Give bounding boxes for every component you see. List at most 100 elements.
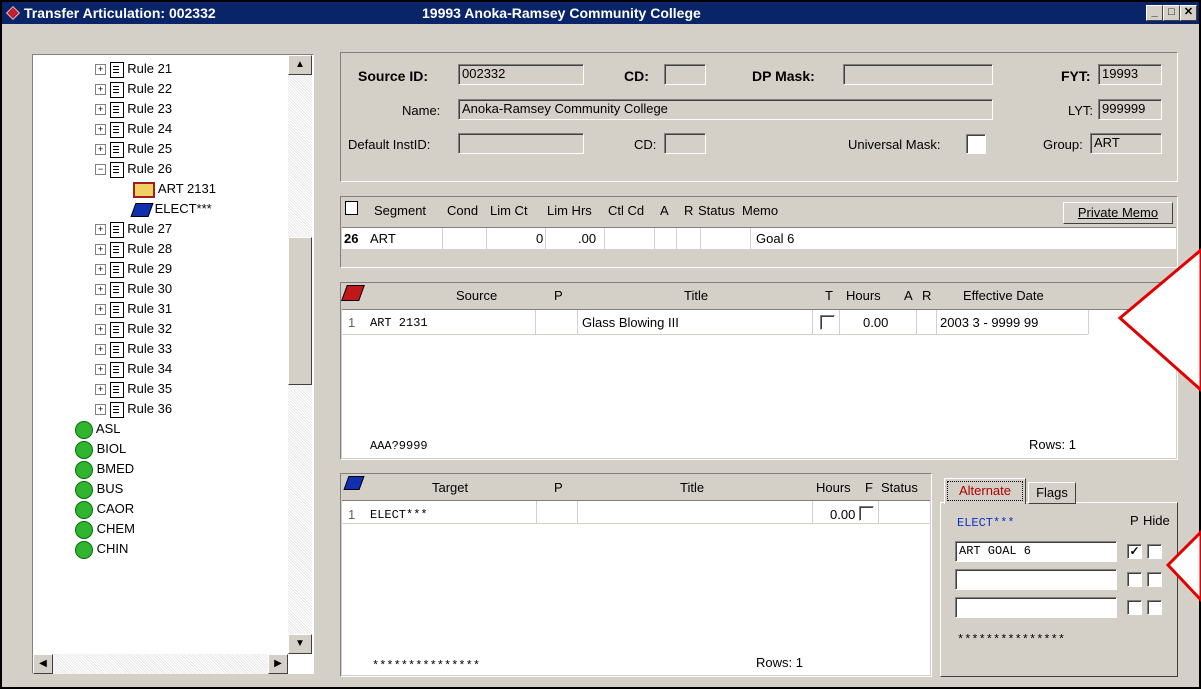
scroll-up-icon[interactable]: ▲ (288, 55, 312, 75)
col-title: Title (680, 480, 705, 495)
expand-icon[interactable]: + (95, 264, 106, 276)
name-field[interactable]: Anoka-Ramsey Community College (458, 99, 993, 120)
tree-rule[interactable]: + Rule 34 (95, 359, 172, 379)
tree-subject[interactable]: CAOR (75, 499, 134, 519)
maximize-button[interactable]: □ (1163, 5, 1180, 21)
expand-icon[interactable]: + (95, 404, 106, 416)
tree-rule[interactable]: − Rule 26 (95, 159, 172, 179)
cd2-field[interactable] (664, 133, 706, 154)
group-field[interactable]: ART (1090, 133, 1162, 154)
tree-rule[interactable]: + Rule 33 (95, 339, 172, 359)
tree-child[interactable]: ELECT*** (130, 199, 212, 219)
document-icon (109, 321, 124, 338)
universal-mask-checkbox[interactable] (966, 134, 986, 154)
private-memo-button[interactable]: Private Memo (1063, 202, 1173, 224)
tree-rule[interactable]: + Rule 29 (95, 259, 172, 279)
tree-label: CAOR (96, 501, 135, 516)
expand-icon[interactable]: + (95, 144, 106, 156)
tab-alternate[interactable]: Alternate (944, 478, 1026, 504)
expand-icon[interactable]: + (95, 364, 106, 376)
document-icon (109, 401, 124, 418)
source-header-row: Source P Title T Hours A R Effective Dat… (342, 288, 1176, 306)
tree-subject[interactable]: BUS (75, 479, 123, 499)
tree-rule[interactable]: + Rule 30 (95, 279, 172, 299)
fyt-field[interactable]: 19993 (1098, 64, 1162, 85)
green-folder-icon (75, 540, 93, 559)
document-icon (109, 61, 124, 78)
expand-icon[interactable]: + (95, 304, 106, 316)
source-row-line (342, 334, 1088, 335)
tree-subjects: ASL BIOL BMED BUS CAOR CHEM CHIN (75, 419, 285, 653)
tree-rule[interactable]: + Rule 28 (95, 239, 172, 259)
segment-row[interactable]: 26 ART 0 .00 Goal 6 (342, 227, 1176, 250)
target-rows-count: Rows: 1 (756, 655, 803, 670)
expand-icon[interactable]: + (95, 344, 106, 356)
tree-subject[interactable]: CHEM (75, 519, 135, 539)
tree-rule[interactable]: + Rule 25 (95, 139, 172, 159)
tree-label: Rule 36 (127, 401, 173, 416)
col-f: F (865, 480, 873, 495)
tree-label: Rule 31 (127, 301, 173, 316)
tree-subject[interactable]: BIOL (75, 439, 126, 459)
tree-rule[interactable]: + Rule 31 (95, 299, 172, 319)
expand-icon[interactable]: + (95, 284, 106, 296)
scroll-left-icon[interactable]: ◀ (33, 654, 53, 674)
tab-flags[interactable]: Flags (1028, 482, 1076, 504)
transfer-checkbox[interactable] (820, 315, 835, 330)
cd-label: CD: (624, 68, 649, 84)
tree-rule[interactable]: + Rule 35 (95, 379, 172, 399)
tree-child[interactable]: ART 2131 (133, 179, 216, 199)
minimize-button[interactable]: _ (1146, 5, 1163, 21)
lyt-field[interactable]: 999999 (1098, 99, 1162, 120)
tree-subject[interactable]: ASL (75, 419, 120, 439)
col-a: A (904, 288, 913, 303)
default-inst-field[interactable] (458, 133, 584, 154)
source-divider (812, 310, 813, 334)
scroll-right-icon[interactable]: ▶ (268, 654, 288, 674)
col-segment: Segment (374, 203, 427, 218)
collapse-icon[interactable]: − (95, 164, 106, 176)
col-lim-ct: Lim Ct (490, 203, 528, 218)
expand-icon[interactable]: + (95, 244, 106, 256)
source-grid[interactable]: 1 ART 2131 Glass Blowing III 0.00 2003 3… (342, 309, 1176, 458)
dp-mask-field[interactable] (843, 64, 993, 85)
tree-rule[interactable]: + Rule 27 (95, 219, 172, 239)
tree-rule[interactable]: + Rule 21 (95, 59, 172, 79)
tree-scrollbar[interactable]: ▲ ▼ (288, 55, 312, 654)
target-divider (812, 501, 813, 523)
expand-icon[interactable]: + (95, 224, 106, 236)
col-hours: Hours (846, 288, 881, 303)
lyt-label: LYT: (1068, 103, 1094, 118)
cd-field[interactable] (664, 64, 706, 85)
tree-rule[interactable]: + Rule 36 (95, 399, 172, 419)
expand-icon[interactable]: + (95, 124, 106, 136)
tree-rule[interactable]: + Rule 24 (95, 119, 172, 139)
expand-icon[interactable]: + (95, 384, 106, 396)
tree-hscrollbar[interactable]: ◀ ▶ (33, 654, 288, 674)
source-rows-count: Rows: 1 (1029, 437, 1076, 452)
tree-rule[interactable]: + Rule 22 (95, 79, 172, 99)
target-code: ELECT*** (370, 508, 428, 522)
alternate-input-1[interactable]: ART GOAL 6 (955, 541, 1117, 562)
source-id-field[interactable]: 002332 (458, 64, 584, 85)
expand-icon[interactable]: + (95, 104, 106, 116)
title-bar[interactable]: Transfer Articulation: 002332 19993 Anok… (2, 2, 1199, 24)
alternate-input-3[interactable] (955, 597, 1117, 618)
scroll-down-icon[interactable]: ▼ (288, 634, 312, 654)
segment-divider (545, 228, 546, 250)
tree-label: Rule 21 (127, 61, 173, 76)
target-flag-checkbox[interactable] (859, 506, 874, 521)
tree-subject[interactable]: BMED (75, 459, 134, 479)
tree-rule[interactable]: + Rule 32 (95, 319, 172, 339)
target-grid[interactable]: 1 ELECT*** 0.00 *************** Rows: 1 (342, 500, 930, 675)
scroll-thumb[interactable] (288, 237, 312, 385)
alternate-input-2[interactable] (955, 569, 1117, 590)
close-button[interactable]: ✕ (1180, 5, 1197, 21)
tree-subject[interactable]: CHIN (75, 539, 128, 559)
expand-icon[interactable]: + (95, 64, 106, 76)
expand-icon[interactable]: + (95, 324, 106, 336)
source-id-label: Source ID: (358, 68, 429, 84)
segment-value: ART (370, 231, 396, 246)
tree-rule[interactable]: + Rule 23 (95, 99, 172, 119)
expand-icon[interactable]: + (95, 84, 106, 96)
